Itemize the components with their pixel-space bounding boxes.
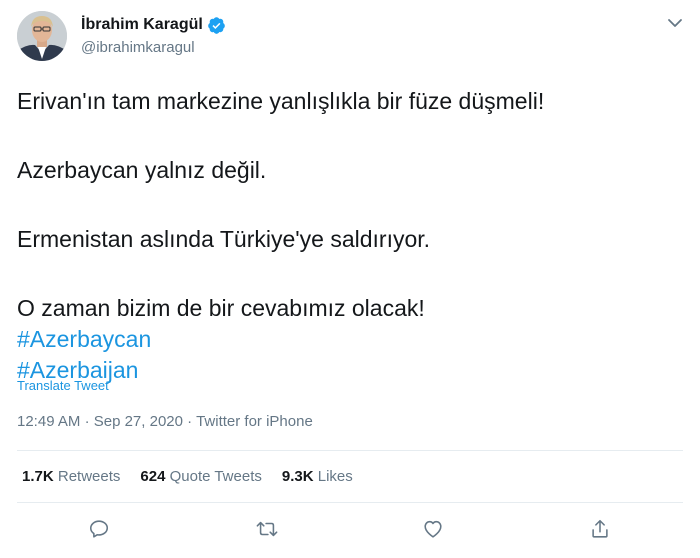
tweet-date[interactable]: Sep 27, 2020 — [94, 413, 183, 430]
retweet-icon[interactable] — [254, 516, 280, 542]
translate-tweet-link[interactable]: Translate Tweet — [17, 378, 109, 393]
handle[interactable]: @ibrahimkaragul — [81, 39, 226, 56]
retweets-label: Retweets — [57, 468, 121, 485]
retweets-stat[interactable]: 1.7K Retweets — [22, 468, 120, 485]
tweet-source[interactable]: Twitter for iPhone — [196, 413, 313, 430]
quote-tweets-stat[interactable]: 624 Quote Tweets — [140, 468, 261, 485]
likes-stat[interactable]: 9.3K Likes — [282, 468, 353, 485]
tweet-line: Ermenistan aslında Türkiye'ye saldırıyor… — [17, 226, 431, 252]
action-bar — [0, 516, 700, 546]
tweet-line: Erivan'ın tam markezine yanlışlıkla bir … — [17, 88, 545, 114]
heart-icon[interactable] — [420, 516, 446, 542]
name-row: İbrahim Karagül — [81, 14, 226, 36]
avatar[interactable] — [17, 11, 67, 61]
divider — [17, 502, 683, 503]
separator: · — [84, 413, 90, 430]
tweet-card: İbrahim Karagül @ibrahimkaragul Erivan'ı… — [0, 0, 700, 558]
tweet-metadata: 12:49 AM · Sep 27, 2020 · Twitter for iP… — [17, 413, 313, 430]
display-name[interactable]: İbrahim Karagül — [81, 16, 203, 34]
hashtag-link[interactable]: #Azerbaycan — [17, 324, 677, 355]
tweet-time[interactable]: 12:49 AM — [17, 413, 80, 430]
likes-count: 9.3K — [281, 468, 314, 485]
divider — [17, 450, 683, 451]
quotes-count: 624 — [140, 468, 166, 485]
verified-badge-icon — [207, 16, 226, 35]
chevron-down-icon[interactable] — [664, 12, 686, 34]
tweet-line: O zaman bizim de bir cevabımız olacak! — [17, 295, 425, 321]
avatar-image — [17, 11, 67, 61]
likes-label: Likes — [317, 468, 353, 485]
share-icon[interactable] — [587, 516, 613, 542]
engagement-stats: 1.7K Retweets 624 Quote Tweets 9.3K Like… — [22, 468, 373, 485]
tweet-text: Erivan'ın tam markezine yanlışlıkla bir … — [17, 86, 677, 386]
tweet-line: Azerbaycan yalnız değil. — [17, 157, 267, 183]
author-block: İbrahim Karagül @ibrahimkaragul — [81, 14, 226, 56]
separator: · — [187, 413, 193, 430]
quotes-label: Quote Tweets — [169, 468, 262, 485]
hashtag-link[interactable]: #Azerbaijan — [17, 355, 677, 386]
retweets-count: 1.7K — [22, 468, 54, 485]
reply-icon[interactable] — [86, 516, 112, 542]
